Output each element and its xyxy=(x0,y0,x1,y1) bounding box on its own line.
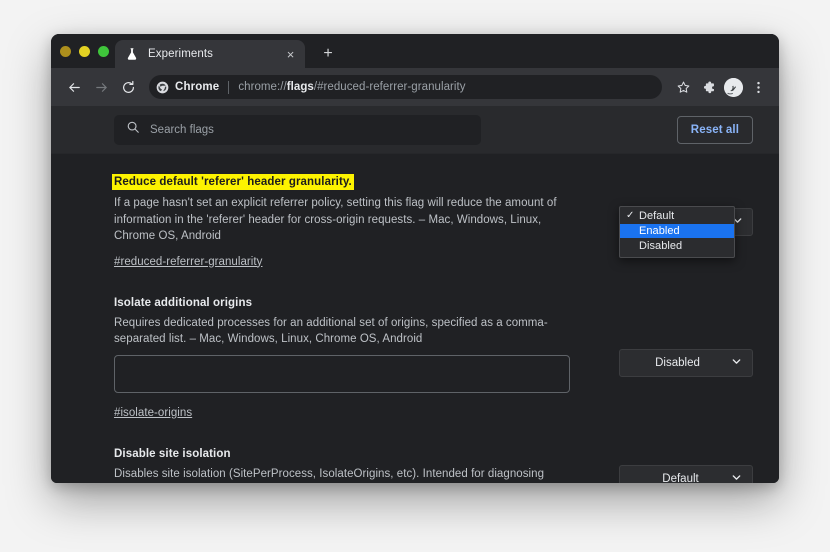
new-tab-button[interactable]: + xyxy=(317,43,339,65)
back-arrow-icon[interactable] xyxy=(61,74,87,100)
avatar-icon xyxy=(723,77,743,97)
search-placeholder: Search flags xyxy=(150,123,214,136)
flag-item-reduced-referrer-granularity: Reduce default 'referer' header granular… xyxy=(51,172,779,270)
flag-item-isolate-origins: Isolate additional origins Requires dedi… xyxy=(51,293,779,421)
flag-select-open[interactable]: ✓ Default Enabled Disabled xyxy=(619,206,753,258)
chrome-logo-icon xyxy=(156,81,169,94)
omnibox-divider xyxy=(228,80,230,94)
browser-toolbar: Chrome chrome://flags/#reduced-referrer-… xyxy=(51,68,779,106)
tab-title: Experiments xyxy=(148,48,214,60)
url-host: flags xyxy=(286,81,314,93)
star-icon[interactable] xyxy=(671,75,695,99)
window-maximize-button[interactable] xyxy=(98,46,109,57)
check-icon: ✓ xyxy=(626,210,635,221)
window-minimize-button[interactable] xyxy=(79,46,90,57)
select-options-popup[interactable]: ✓ Default Enabled Disabled xyxy=(619,206,735,258)
flag-title: Disable site isolation xyxy=(114,447,231,460)
flag-title: Isolate additional origins xyxy=(114,296,253,309)
tab-experiments[interactable]: Experiments × xyxy=(115,40,305,68)
select-option-default[interactable]: ✓ Default xyxy=(620,209,734,223)
reset-all-button[interactable]: Reset all xyxy=(676,115,753,144)
omnibox-url: chrome://flags/#reduced-referrer-granula… xyxy=(238,81,652,93)
puzzle-icon[interactable] xyxy=(696,75,720,99)
flag-anchor-link[interactable]: #reduced-referrer-granularity xyxy=(114,256,262,268)
url-prefix: chrome:// xyxy=(238,81,287,93)
flag-spacer xyxy=(51,423,779,444)
flag-select-isolate-origins[interactable]: Disabled xyxy=(619,348,753,377)
window-close-button[interactable] xyxy=(60,46,71,57)
flags-search-toolbar: Search flags Reset all xyxy=(51,106,779,154)
security-chip-label: Chrome xyxy=(175,81,220,93)
page-content: Search flags Reset all Reduce default 'r… xyxy=(51,106,779,483)
flag-description: Requires dedicated processes for an addi… xyxy=(114,316,548,346)
chevron-down-icon xyxy=(731,472,742,483)
window-traffic-lights xyxy=(60,46,109,57)
select-value: Default xyxy=(662,473,699,483)
select-option-enabled[interactable]: Enabled xyxy=(620,224,734,238)
omnibox[interactable]: Chrome chrome://flags/#reduced-referrer-… xyxy=(149,75,662,99)
flag-title: Reduce default 'referer' header granular… xyxy=(112,174,354,190)
select-option-label: Disabled xyxy=(639,240,683,252)
tab-strip: Experiments × + xyxy=(51,34,779,68)
search-input[interactable]: Search flags xyxy=(114,114,481,145)
browser-window: Experiments × + Chrome chrome://flags/#r… xyxy=(51,34,779,483)
avatar[interactable] xyxy=(721,75,745,99)
url-path: /#reduced-referrer-granularity xyxy=(313,81,466,93)
security-chip[interactable]: Chrome xyxy=(156,81,219,94)
flag-select-disable-site-isolation[interactable]: Default xyxy=(619,465,753,483)
flag-description: If a page hasn't set an explicit referre… xyxy=(114,197,557,242)
select-value: Disabled xyxy=(655,356,700,369)
flask-icon xyxy=(125,47,139,61)
flags-list: Reduce default 'referer' header granular… xyxy=(51,154,779,483)
flag-description: Disables site isolation (SitePerProcess,… xyxy=(114,467,545,480)
screenshot-stage: Experiments × + Chrome chrome://flags/#r… xyxy=(0,0,830,552)
flag-anchor-link[interactable]: #isolate-origins xyxy=(114,407,192,419)
select-option-label: Enabled xyxy=(639,225,680,237)
close-icon[interactable]: × xyxy=(283,47,298,62)
flag-spacer xyxy=(51,272,779,293)
three-dot-menu-icon[interactable] xyxy=(746,75,770,99)
reload-icon[interactable] xyxy=(115,74,141,100)
forward-arrow-icon[interactable] xyxy=(88,74,114,100)
origins-text-field[interactable] xyxy=(114,354,570,393)
search-icon xyxy=(126,120,140,139)
select-option-disabled[interactable]: Disabled xyxy=(620,239,734,253)
select-option-label: Default xyxy=(639,210,675,222)
chevron-down-icon xyxy=(731,356,742,370)
